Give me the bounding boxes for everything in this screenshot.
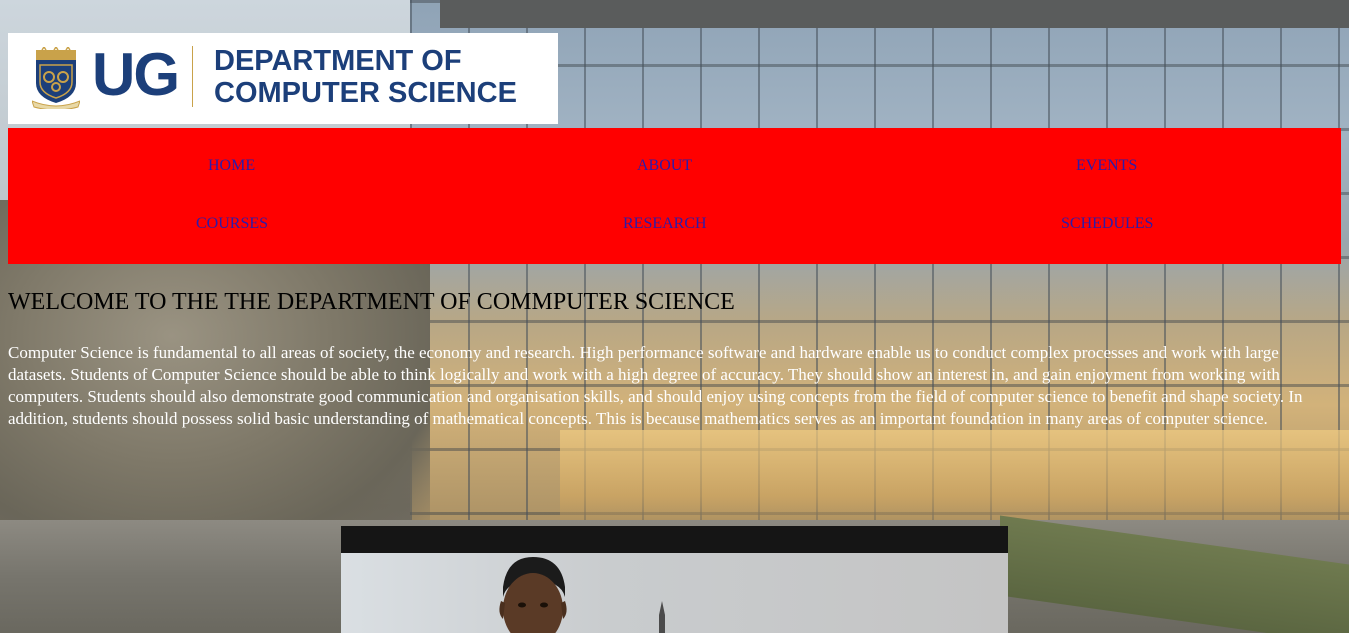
nav-link-events[interactable]: EVENTS bbox=[1076, 156, 1137, 176]
logo-title-line-1: DEPARTMENT OF bbox=[214, 45, 462, 77]
nav-link-research[interactable]: RESEARCH bbox=[623, 214, 707, 234]
nav-link-home[interactable]: HOME bbox=[208, 156, 255, 176]
intro-paragraph: Computer Science is fundamental to all a… bbox=[8, 343, 1303, 428]
main-navigation: HOME ABOUT EVENTS COURSES RESEARCH SCHED… bbox=[8, 128, 1341, 264]
page-title: WELCOME TO THE THE DEPARTMENT OF COMMPUT… bbox=[8, 289, 735, 315]
background-spire-icon bbox=[659, 601, 665, 633]
nav-link-schedules[interactable]: SCHEDULES bbox=[1061, 214, 1153, 234]
student-photo-panel bbox=[341, 526, 1008, 633]
logo-divider bbox=[192, 46, 193, 107]
nav-link-about[interactable]: ABOUT bbox=[637, 156, 692, 176]
logo-department-title: DEPARTMENT OF COMPUTER SCIENCE bbox=[214, 45, 517, 109]
nav-link-courses[interactable]: COURSES bbox=[196, 214, 268, 234]
logo-title-line-2: COMPUTER SCIENCE bbox=[214, 77, 517, 109]
logo-ug-text: UG bbox=[92, 41, 180, 108]
student-photo bbox=[341, 553, 1008, 633]
student-portrait-icon bbox=[499, 557, 567, 633]
department-logo[interactable]: UG DEPARTMENT OF COMPUTER SCIENCE bbox=[8, 33, 558, 124]
university-crest-icon bbox=[32, 47, 80, 109]
background-roof bbox=[440, 0, 1349, 28]
